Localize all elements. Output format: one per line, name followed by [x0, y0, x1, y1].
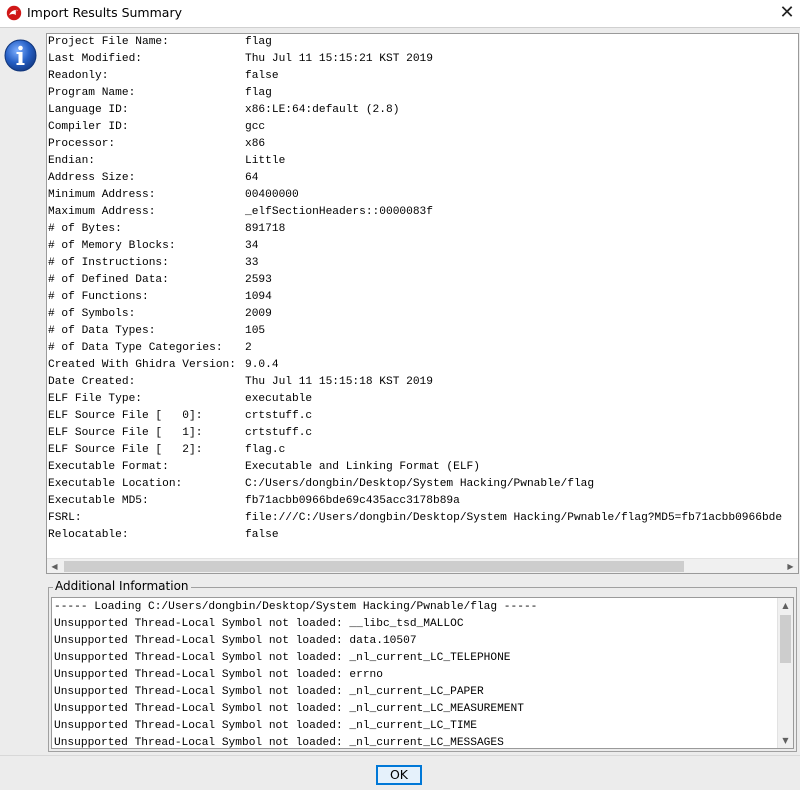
summary-key: Project File Name:	[48, 36, 169, 48]
log-line: ----- Loading C:/Users/dongbin/Desktop/S…	[54, 601, 538, 613]
summary-key: # of Defined Data:	[48, 274, 169, 286]
dialog-content: Project File Name: flag Last Modified: Thu …	[0, 27, 800, 755]
summary-value: file:///C:/Users/dongbin/Desktop/System …	[245, 512, 783, 524]
ok-button[interactable]: OK	[376, 765, 422, 785]
summary-value: executable	[245, 393, 313, 405]
summary-value: flag	[245, 36, 272, 48]
summary-value: gcc	[245, 121, 266, 133]
summary-key: # of Symbols:	[48, 308, 136, 320]
summary-key: ELF File Type:	[48, 393, 142, 405]
summary-key: ELF Source File [ 2]:	[48, 444, 203, 456]
summary-key: # of Memory Blocks:	[48, 240, 176, 252]
summary-value: _elfSectionHeaders::0000083f	[245, 206, 433, 218]
close-button[interactable]: ✕	[774, 0, 800, 26]
summary-key: Program Name:	[48, 87, 136, 99]
summary-key: Executable Format:	[48, 461, 169, 473]
log-line: Unsupported Thread-Local Symbol not load…	[54, 720, 477, 732]
summary-value: 9.0.4	[245, 359, 279, 371]
summary-key: FSRL:	[48, 512, 82, 524]
additional-information-panel: ----- Loading C:/Users/dongbin/Desktop/S…	[51, 597, 794, 749]
summary-key: Minimum Address:	[48, 189, 156, 201]
button-bar: OK	[0, 755, 800, 790]
summary-value: 2593	[245, 274, 272, 286]
scroll-left-arrow-icon[interactable]: ◀	[47, 559, 62, 573]
summary-key: # of Data Types:	[48, 325, 156, 337]
summary-key: ELF Source File [ 0]:	[48, 410, 203, 422]
info-icon	[4, 39, 37, 72]
window-title: Import Results Summary	[27, 5, 182, 20]
log-line: Unsupported Thread-Local Symbol not load…	[54, 652, 511, 664]
scroll-right-arrow-icon[interactable]: ▶	[783, 559, 798, 573]
summary-value: Little	[245, 155, 286, 167]
summary-value: false	[245, 70, 279, 82]
summary-value: 1094	[245, 291, 272, 303]
summary-value: C:/Users/dongbin/Desktop/System Hacking/…	[245, 478, 595, 490]
summary-panel: Project File Name: flag Last Modified: Thu …	[46, 33, 799, 574]
summary-key: Language ID:	[48, 104, 129, 116]
summary-value: 64	[245, 172, 259, 184]
summary-value: false	[245, 529, 279, 541]
additional-information-legend: Additional Information	[53, 579, 191, 593]
title-bar: Import Results Summary ✕	[0, 0, 800, 26]
summary-value: 891718	[245, 223, 286, 235]
summary-key: Endian:	[48, 155, 95, 167]
additional-information-group: Additional Information ----- Loading C:/…	[48, 579, 797, 752]
summary-value: x86	[245, 138, 266, 150]
summary-key: Executable Location:	[48, 478, 183, 490]
summary-value: 34	[245, 240, 259, 252]
summary-value: Executable and Linking Format (ELF)	[245, 461, 480, 473]
summary-key: Created With Ghidra Version:	[48, 359, 236, 371]
summary-value: crtstuff.c	[245, 410, 313, 422]
log-line: Unsupported Thread-Local Symbol not load…	[54, 703, 524, 715]
summary-key: ELF Source File [ 1]:	[48, 427, 203, 439]
summary-key: # of Functions:	[48, 291, 149, 303]
summary-key: Processor:	[48, 138, 116, 150]
log-line: Unsupported Thread-Local Symbol not load…	[54, 669, 383, 681]
scroll-down-arrow-icon[interactable]: ▼	[778, 733, 793, 748]
log-line: Unsupported Thread-Local Symbol not load…	[54, 635, 417, 647]
summary-value: 00400000	[245, 189, 299, 201]
summary-key: Maximum Address:	[48, 206, 156, 218]
additional-information-log: ----- Loading C:/Users/dongbin/Desktop/S…	[54, 599, 538, 749]
summary-key: Compiler ID:	[48, 121, 129, 133]
summary-key: Executable MD5:	[48, 495, 149, 507]
summary-value: x86:LE:64:default (2.8)	[245, 104, 400, 116]
summary-key: # of Bytes:	[48, 223, 122, 235]
log-line: Unsupported Thread-Local Symbol not load…	[54, 686, 484, 698]
summary-key: Last Modified:	[48, 53, 142, 65]
summary-value: 2	[245, 342, 252, 354]
summary-key: Readonly:	[48, 70, 109, 82]
summary-value: Thu Jul 11 15:15:21 KST 2019	[245, 53, 433, 65]
log-line: Unsupported Thread-Local Symbol not load…	[54, 737, 504, 749]
summary-key: Address Size:	[48, 172, 136, 184]
vertical-scrollbar[interactable]: ▲ ▼	[777, 598, 793, 748]
summary-key: Date Created:	[48, 376, 136, 388]
summary-key: Relocatable:	[48, 529, 129, 541]
log-line: Unsupported Thread-Local Symbol not load…	[54, 618, 464, 630]
summary-key: # of Instructions:	[48, 257, 169, 269]
horizontal-scrollbar[interactable]: ◀ ▶	[47, 558, 798, 573]
vertical-scroll-thumb[interactable]	[780, 615, 791, 663]
summary-value: crtstuff.c	[245, 427, 313, 439]
summary-value: 33	[245, 257, 259, 269]
summary-value: flag	[245, 87, 272, 99]
summary-key: # of Data Type Categories:	[48, 342, 223, 354]
scroll-up-arrow-icon[interactable]: ▲	[778, 598, 793, 613]
summary-value: fb71acbb0966bde69c435acc3178b89a	[245, 495, 460, 507]
summary-value: flag.c	[245, 444, 286, 456]
ghidra-dragon-icon	[6, 5, 22, 21]
horizontal-scroll-thumb[interactable]	[64, 561, 684, 572]
summary-value: 105	[245, 325, 266, 337]
summary-value: 2009	[245, 308, 272, 320]
summary-value: Thu Jul 11 15:15:18 KST 2019	[245, 376, 433, 388]
close-icon: ✕	[779, 2, 795, 23]
